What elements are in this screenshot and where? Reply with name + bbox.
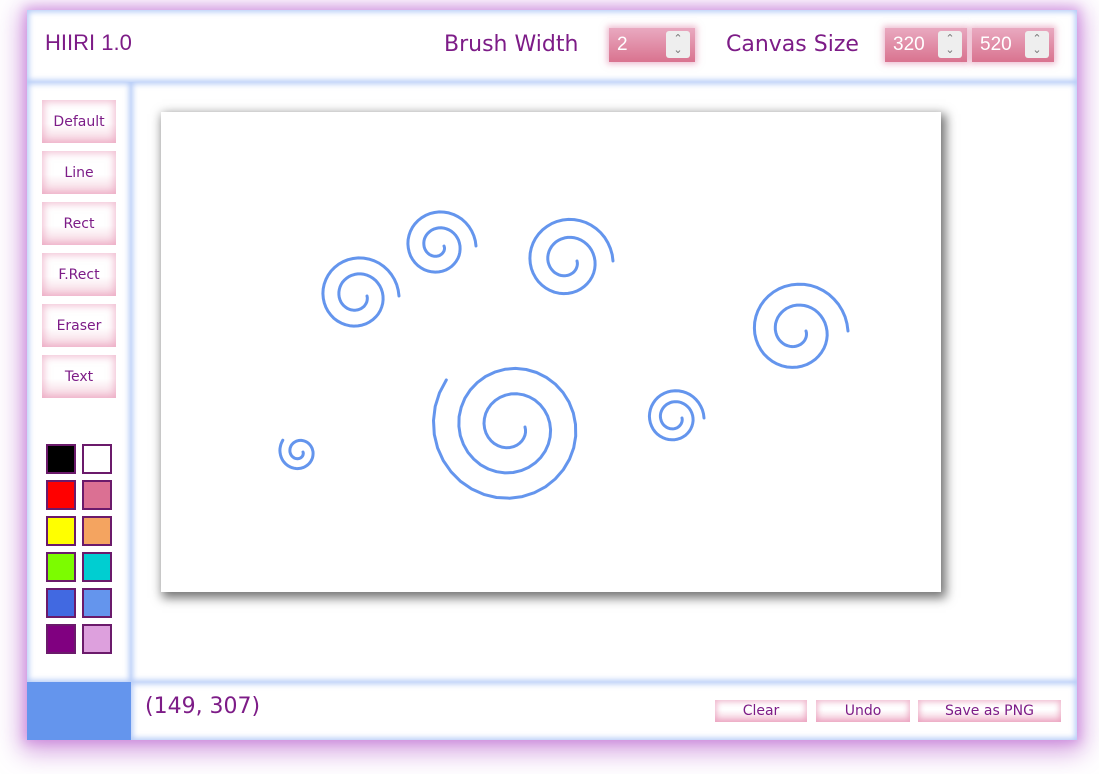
- cursor-coordinates: (149, 307): [145, 694, 261, 719]
- canvas-size-label: Canvas Size: [726, 32, 859, 57]
- tool-eraser-button[interactable]: Eraser: [42, 304, 116, 347]
- drawn-stroke: [752, 282, 850, 369]
- color-swatch[interactable]: [46, 552, 76, 582]
- status-bar: (149, 307) Clear Undo Save as PNG: [131, 682, 1077, 740]
- brush-width-label: Brush Width: [444, 32, 579, 57]
- canvas-width-value: 520: [980, 34, 1012, 55]
- canvas-width-stepper[interactable]: 520 ⌃ ⌄: [972, 28, 1054, 62]
- color-swatch[interactable]: [46, 624, 76, 654]
- stepper-arrows-icon[interactable]: ⌃ ⌄: [1025, 31, 1049, 58]
- color-swatch[interactable]: [46, 480, 76, 510]
- tool-rect-button[interactable]: Rect: [42, 202, 116, 245]
- color-swatch[interactable]: [46, 588, 76, 618]
- stepper-arrows-icon[interactable]: ⌃ ⌄: [666, 31, 690, 58]
- color-swatch[interactable]: [82, 588, 112, 618]
- tool-default-button[interactable]: Default: [42, 100, 116, 143]
- color-swatch[interactable]: [82, 516, 112, 546]
- drawn-stroke: [278, 438, 315, 471]
- color-swatch[interactable]: [46, 516, 76, 546]
- color-swatch[interactable]: [82, 552, 112, 582]
- drawn-stroke: [528, 217, 615, 296]
- drawn-stroke: [406, 210, 478, 274]
- canvas-height-stepper[interactable]: 320 ⌃ ⌄: [885, 28, 967, 62]
- save-png-button[interactable]: Save as PNG: [918, 700, 1061, 722]
- brush-width-value: 2: [617, 34, 628, 55]
- color-swatch[interactable]: [46, 444, 76, 474]
- color-swatch[interactable]: [82, 480, 112, 510]
- drawing-canvas[interactable]: [161, 112, 941, 592]
- canvas-height-value: 320: [893, 34, 925, 55]
- header-bar: HIIRI 1.0 Brush Width 2 ⌃ ⌄ Canvas Size 3…: [27, 10, 1077, 82]
- color-swatch[interactable]: [82, 624, 112, 654]
- app-title: HIIRI 1.0: [45, 30, 132, 55]
- tool-text-button[interactable]: Text: [42, 355, 116, 398]
- drawing-surface[interactable]: [161, 112, 941, 592]
- app-window: HIIRI 1.0 Brush Width 2 ⌃ ⌄ Canvas Size 3…: [27, 10, 1077, 740]
- drawn-stroke: [647, 389, 706, 442]
- current-color-preview: [27, 682, 131, 740]
- tool-line-button[interactable]: Line: [42, 151, 116, 194]
- drawn-stroke: [432, 366, 578, 500]
- color-swatch[interactable]: [82, 444, 112, 474]
- brush-width-stepper[interactable]: 2 ⌃ ⌄: [609, 28, 695, 62]
- drawn-stroke: [321, 256, 401, 328]
- undo-button[interactable]: Undo: [816, 700, 910, 722]
- workspace: [131, 82, 1077, 682]
- tool-filled-rect-button[interactable]: F.Rect: [42, 253, 116, 296]
- clear-button[interactable]: Clear: [715, 700, 807, 722]
- stepper-arrows-icon[interactable]: ⌃ ⌄: [938, 31, 962, 58]
- tool-sidebar: Default Line Rect F.Rect Eraser Text: [27, 82, 131, 682]
